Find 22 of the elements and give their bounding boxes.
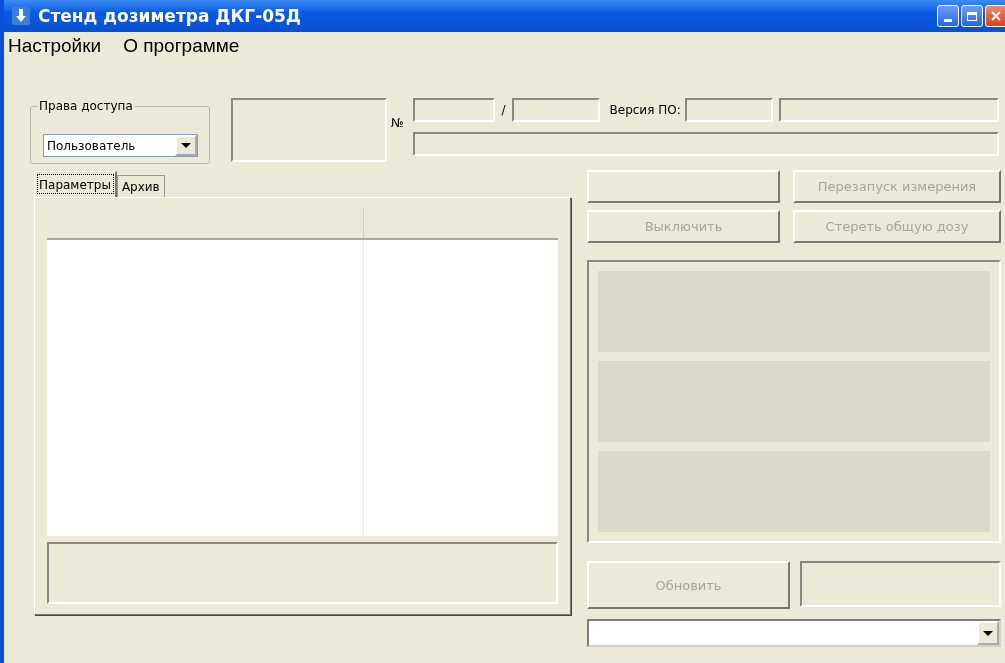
port-dropdown[interactable]	[587, 619, 1001, 647]
tab[interactable]: Архив	[116, 175, 165, 197]
version-label: Версия ПО:	[609, 103, 681, 117]
number-label: №	[391, 116, 404, 130]
group-label: Права доступа	[37, 99, 135, 113]
blank-button[interactable]	[587, 170, 780, 203]
serial-field[interactable]	[511, 98, 600, 122]
app-icon	[12, 7, 30, 25]
menu-item[interactable]: О программе	[123, 35, 240, 57]
version-field[interactable]	[684, 98, 773, 122]
access-dropdown[interactable]: Пользователь	[43, 134, 198, 157]
close-button[interactable]	[985, 5, 1005, 27]
close-icon	[991, 11, 1001, 21]
info-field[interactable]	[778, 98, 999, 122]
window-title: Стенд дозиметра ДКГ-05Д	[38, 6, 302, 26]
maximize-button[interactable]	[961, 5, 983, 27]
minimize-button[interactable]	[937, 5, 959, 27]
menu-item[interactable]: Настройки	[8, 35, 102, 57]
separator-label: /	[501, 103, 506, 117]
tab[interactable]: Параметры	[34, 171, 117, 197]
serial-field[interactable]	[413, 98, 496, 122]
info-field[interactable]	[413, 132, 999, 156]
